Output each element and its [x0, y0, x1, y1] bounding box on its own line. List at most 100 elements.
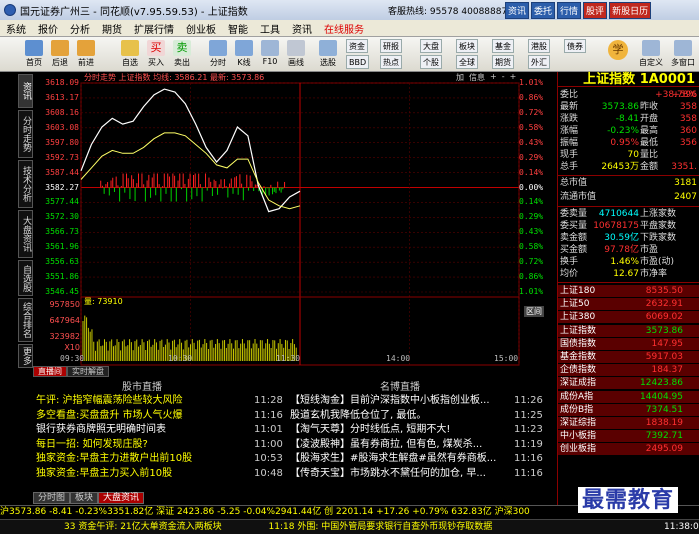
tb-sector[interactable]: 板块: [456, 39, 478, 53]
y-axis-label-right: 0.72%: [519, 107, 544, 117]
learn-button[interactable]: 学: [606, 39, 630, 70]
news-time: 11:26: [514, 395, 543, 406]
watchlist-button[interactable]: 自选: [118, 39, 142, 70]
tab-live-room[interactable]: 直播间: [33, 366, 67, 377]
tb-bond[interactable]: 债券: [564, 39, 586, 53]
y-axis-label-left: 3582.27: [45, 182, 79, 192]
title-quick-buttons: 资讯 委托 行情 股评 新股日历: [505, 2, 652, 19]
tb-futures[interactable]: 期货: [492, 55, 514, 69]
row-key: 卖金额: [560, 233, 588, 243]
draw-line-button[interactable]: 画线: [284, 39, 308, 70]
back-button[interactable]: 后退: [48, 39, 72, 70]
tab-timeshare-chart[interactable]: 分时图: [33, 492, 71, 504]
stock-news-item[interactable]: 每日一招: 如何发现庄股?: [36, 438, 246, 451]
left-tab-market-news[interactable]: 大盘资讯: [18, 210, 33, 258]
stock-picker-button[interactable]: 选股: [316, 39, 340, 70]
kline-button[interactable]: K线: [232, 39, 256, 70]
left-tab-technical[interactable]: 技术分析: [18, 160, 33, 208]
tb-global[interactable]: 全球: [456, 55, 478, 69]
tab-market-news[interactable]: 大盘资讯: [98, 492, 145, 504]
f10-button[interactable]: F10: [258, 39, 282, 70]
menu-smart[interactable]: 智能: [222, 21, 254, 36]
timeshare-button[interactable]: 分时: [206, 39, 230, 70]
sell-button[interactable]: 卖卖出: [170, 39, 194, 70]
tb-market[interactable]: 大盘: [420, 39, 442, 53]
sell-icon: 卖: [173, 40, 191, 56]
left-tab-ranking[interactable]: 综合排名: [18, 298, 33, 342]
y-axis-label-left: 3577.44: [45, 197, 79, 207]
menu-analysis[interactable]: 分析: [64, 21, 96, 36]
blog-news-item[interactable]: 【短线淘金】目前沪深指数中小板指创业板...: [290, 394, 510, 407]
buy-button[interactable]: 买买入: [144, 39, 168, 70]
left-tab-news[interactable]: 资讯: [18, 74, 33, 108]
news-time: 10:48: [254, 467, 283, 479]
news-button[interactable]: 资讯: [505, 2, 530, 19]
forward-button[interactable]: 前进: [74, 39, 98, 70]
row-key: 最新: [560, 102, 579, 112]
row-value-2: 356: [679, 138, 697, 148]
row-value: 2632.91: [645, 299, 683, 310]
blog-news-item[interactable]: 【传奇天宝】市场跳水不黛任何的加仓, 早...: [290, 467, 510, 480]
review-button[interactable]: 股评: [583, 2, 608, 19]
stock-news-item[interactable]: 午评: 沪指窄幅震荡险些较大风险: [36, 394, 246, 407]
stock-news-item[interactable]: 多空看盘:买盘盘升 市场人气火爆: [36, 409, 246, 422]
blog-news-item[interactable]: 【股海求生】#股海求生解盘#虽然有券商板...: [290, 452, 510, 465]
timeshare-chart[interactable]: [33, 72, 557, 366]
row-value: 1838.19: [645, 418, 683, 428]
row-key: 总手: [560, 162, 579, 172]
menu-extended[interactable]: 扩展行情: [128, 21, 180, 36]
divider: [557, 282, 699, 283]
interval-button[interactable]: 区间: [524, 306, 544, 317]
tb-bbd[interactable]: BBD: [346, 55, 370, 69]
news-time: 11:25: [514, 409, 543, 421]
stock-news-item[interactable]: 独家资金:早盘主力买入前10股: [36, 467, 246, 480]
tab-realtime-analysis[interactable]: 实时解盘: [67, 366, 109, 377]
tb-forex[interactable]: 外汇: [528, 55, 550, 69]
home-button[interactable]: 首页: [22, 39, 46, 70]
custom-button[interactable]: 自定义: [636, 39, 666, 70]
ticker-capital[interactable]: 33 资金午评: 21亿大单资金流入两板块: [64, 522, 222, 532]
bottom-tabs: 分时图 板块 大盘资讯: [33, 492, 145, 504]
menu-system[interactable]: 系统: [0, 21, 32, 36]
menu-quote[interactable]: 报价: [32, 21, 64, 36]
blog-news-item[interactable]: 【淘气天尊】分时线低点, 短期不大!: [290, 423, 510, 436]
y-axis-label-right: 0.00%: [519, 182, 544, 192]
quote-button[interactable]: 行情: [557, 2, 582, 19]
window-title: 国元证券广州三 - 同花顺(v7.95.59.53) - 上证指数: [20, 6, 248, 18]
menu-futures[interactable]: 期货: [96, 21, 128, 36]
row-value-2: 358: [679, 114, 697, 124]
row-key: 均价: [560, 269, 579, 279]
index-list-row: 上证50 2632.91: [558, 298, 699, 311]
quote-row: 总手 26453万 金额 3351.: [558, 161, 699, 173]
menu-tools[interactable]: 工具: [254, 21, 286, 36]
y-axis-label-left: 3592.73: [45, 152, 79, 162]
tb-capital[interactable]: 资金: [346, 39, 368, 53]
menu-online-service[interactable]: 在线服务: [318, 21, 370, 36]
left-tab-timeshare[interactable]: 分时走势: [18, 110, 33, 158]
trade-button[interactable]: 委托: [531, 2, 556, 19]
ipo-calendar-button[interactable]: 新股日历: [609, 2, 652, 19]
ticker-forex[interactable]: 11:18 外围: 中国外管局要求银行自查外币现钞存取数据: [269, 522, 493, 532]
tb-stock[interactable]: 个股: [420, 55, 442, 69]
row-key: 委买量: [560, 221, 588, 231]
row-value: 1.46%: [610, 257, 639, 267]
blog-news-item[interactable]: 股道玄机我降低仓位了, 最低。: [290, 409, 510, 422]
tb-research[interactable]: 研报: [380, 39, 402, 53]
index-ticker: 沪3573.86 -8.41 -0.23%3351.82亿 深证 2423.86…: [0, 507, 530, 517]
tab-sector[interactable]: 板块: [70, 492, 99, 504]
menu-gem[interactable]: 创业板: [180, 21, 222, 36]
index-list-row: 中小板指 7392.71: [558, 430, 699, 443]
market-cap-row: 流通市值 2407: [558, 191, 699, 203]
left-tab-watchlist[interactable]: 自选股: [18, 260, 33, 296]
blog-news-item[interactable]: 【凌波殿神】虽有券商拉, 但有色, 煤炭杀...: [290, 438, 510, 451]
tb-fund[interactable]: 基金: [492, 39, 514, 53]
multi-window-button[interactable]: 多窗口: [668, 39, 698, 70]
row-key: 涨跌: [560, 114, 579, 124]
left-tab-more[interactable]: 更多: [18, 344, 33, 368]
menu-news[interactable]: 资讯: [286, 21, 318, 36]
tb-hkstock[interactable]: 港股: [528, 39, 550, 53]
y-axis-label-left: 3587.44: [45, 167, 79, 177]
tb-hotspot[interactable]: 热点: [380, 55, 402, 69]
stock-news-item[interactable]: 独家资金:早盘主力进散户出前10股: [36, 452, 246, 465]
stock-news-item[interactable]: 银行获券商牌照无明确时间表: [36, 423, 246, 436]
